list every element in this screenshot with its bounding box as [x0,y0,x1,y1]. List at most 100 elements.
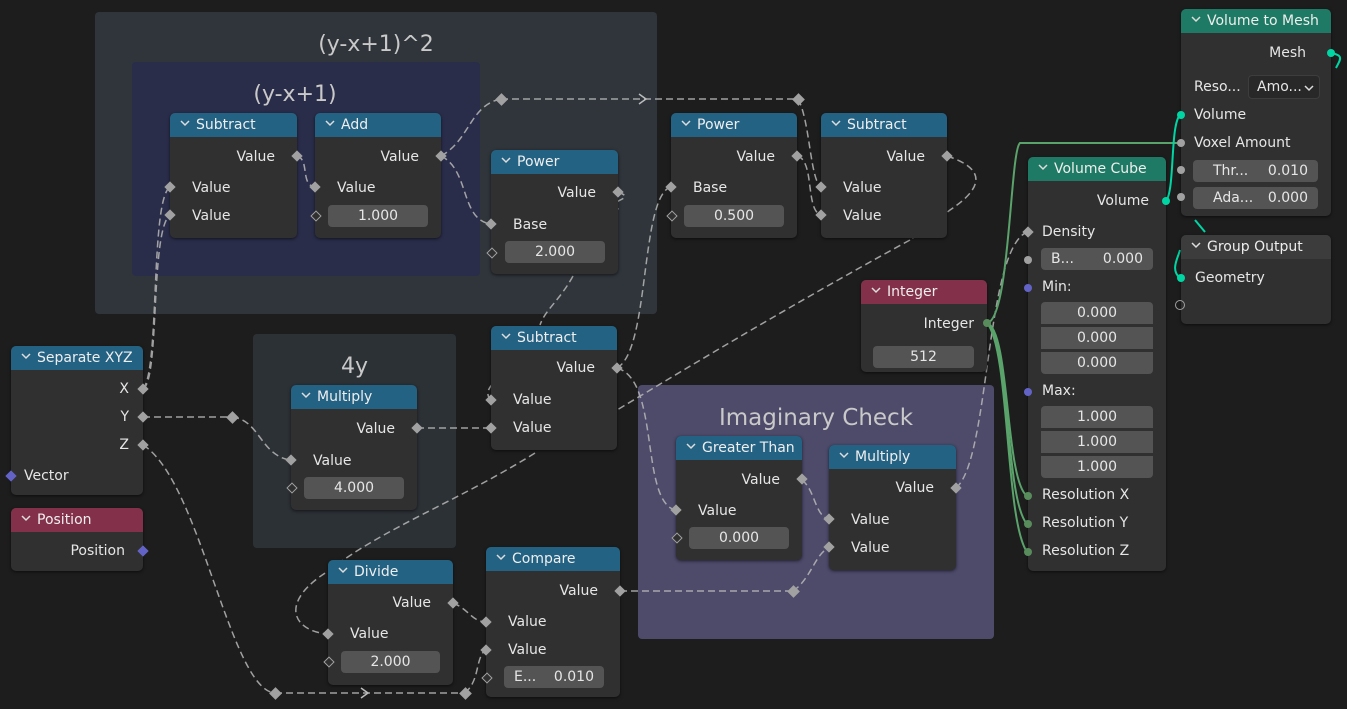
chevron-down-icon[interactable] [686,441,696,451]
output-label: Value [741,472,780,488]
value-field[interactable]: 0.500 [684,205,784,227]
adaptivity-field[interactable]: Ada... 0.000 [1193,187,1318,209]
node-header[interactable]: Power [671,113,797,137]
input-label-vector: Vector [24,468,69,484]
node-header[interactable]: Multiply [829,445,956,469]
input-label: Value [513,392,552,408]
integer-value-field[interactable]: 512 [873,346,974,368]
value-field[interactable]: 2.000 [505,241,605,263]
input-socket-min[interactable] [1024,284,1032,292]
node-volume-to-mesh[interactable]: Volume to Mesh Mesh Reso... Amo... Volum… [1181,9,1331,216]
value-field[interactable]: 2.000 [341,651,440,673]
input-socket-resolution-y[interactable] [1024,520,1032,528]
node-header[interactable]: Position [11,508,143,532]
input-label: Value [192,208,231,224]
value-field[interactable]: 0.000 [689,527,789,549]
chevron-down-icon[interactable] [496,552,506,562]
node-volume-cube[interactable]: Volume Cube Volume Density B... 0.000 Mi… [1028,157,1166,571]
input-socket-resolution-z[interactable] [1024,548,1032,556]
input-socket-threshold[interactable] [1177,166,1185,174]
output-socket-mesh[interactable] [1327,49,1335,57]
node-title: Divide [354,564,399,580]
arrow-right-icon [360,687,370,699]
node-header[interactable]: Multiply [291,385,417,409]
output-label: Integer [923,316,974,332]
reroute-node[interactable] [459,687,472,700]
node-header[interactable]: Subtract [491,326,617,350]
node-header[interactable]: Volume Cube [1028,157,1166,181]
input-socket-resolution-x[interactable] [1024,492,1032,500]
output-socket-volume[interactable] [1162,197,1170,205]
input-label: Value [313,453,352,469]
input-socket-background[interactable] [1024,256,1032,264]
min-x-field[interactable]: 0.000 [1041,302,1153,324]
chevron-down-icon[interactable] [501,331,511,341]
node-header[interactable]: Divide [328,560,453,584]
epsilon-field[interactable]: E... 0.010 [504,666,604,688]
resolution-mode-dropdown[interactable]: Amo... [1248,75,1320,99]
node-header[interactable]: Integer [861,280,987,304]
min-y-field[interactable]: 0.000 [1041,327,1153,349]
chevron-down-icon[interactable] [21,513,31,523]
node-power[interactable]: Power Value Base 0.500 [671,113,797,238]
node-greater-than[interactable]: Greater Than Value Value 0.000 [676,436,802,560]
background-field[interactable]: B... 0.000 [1041,248,1153,270]
chevron-down-icon[interactable] [21,351,31,361]
reroute-node[interactable] [269,687,282,700]
chevron-down-icon[interactable] [871,285,881,295]
input-socket-volume[interactable] [1177,111,1185,119]
node-power[interactable]: Power Value Base 2.000 [491,150,618,274]
node-header[interactable]: Subtract [821,113,947,137]
node-title: Subtract [847,117,907,133]
node-header[interactable]: Power [491,150,618,174]
chevron-down-icon[interactable] [325,118,335,128]
max-z-field[interactable]: 1.000 [1041,456,1153,478]
node-header[interactable]: Volume to Mesh [1181,9,1331,33]
empty-input-socket[interactable] [1175,300,1185,310]
node-integer[interactable]: Integer Integer 512 [861,280,987,372]
max-y-field[interactable]: 1.000 [1041,431,1153,453]
node-header[interactable]: Separate XYZ [11,346,143,370]
chevron-down-icon[interactable] [839,450,849,460]
node-header[interactable]: Group Output [1181,235,1331,259]
node-header[interactable]: Add [315,113,441,137]
node-add[interactable]: Add Value Value 1.000 [315,113,441,238]
output-socket-integer[interactable] [983,319,991,327]
node-position[interactable]: Position Position [11,508,143,571]
node-separate-xyz[interactable]: Separate XYZ X Y Z Vector [11,346,143,495]
threshold-field[interactable]: Thr... 0.010 [1193,160,1318,182]
node-header[interactable]: Compare [486,547,620,571]
input-socket-max[interactable] [1024,388,1032,396]
link-geometry [1165,114,1181,202]
chevron-down-icon[interactable] [180,118,190,128]
reroute-node[interactable] [792,93,805,106]
chevron-down-icon[interactable] [1191,14,1201,24]
chevron-down-icon[interactable] [1038,162,1048,172]
reroute-node[interactable] [226,411,239,424]
node-group-output[interactable]: Group Output Geometry [1181,235,1331,324]
chevron-down-icon[interactable] [501,155,511,165]
chevron-down-icon[interactable] [301,390,311,400]
node-subtract[interactable]: Subtract Value Value Value [491,326,617,450]
chevron-down-icon[interactable] [338,565,348,575]
chevron-down-icon[interactable] [1191,240,1201,250]
node-subtract[interactable]: Subtract Value Value Value [821,113,947,238]
input-socket-geometry[interactable] [1177,274,1185,282]
input-label-geometry: Geometry [1195,270,1265,286]
node-subtract[interactable]: Subtract Value Value Value [170,113,297,238]
value-field[interactable]: 1.000 [328,205,428,227]
input-socket-voxel-amount[interactable] [1177,139,1185,147]
chevron-down-icon[interactable] [681,118,691,128]
node-title: Integer [887,284,938,300]
node-divide[interactable]: Divide Value Value 2.000 [328,560,453,685]
max-x-field[interactable]: 1.000 [1041,406,1153,428]
value-field[interactable]: 4.000 [304,477,404,499]
node-multiply[interactable]: Multiply Value Value Value [829,445,956,570]
min-z-field[interactable]: 0.000 [1041,352,1153,374]
chevron-down-icon[interactable] [831,118,841,128]
node-compare[interactable]: Compare Value Value Value E... 0.010 [486,547,620,697]
node-header[interactable]: Subtract [170,113,297,137]
node-multiply[interactable]: Multiply Value Value 4.000 [291,385,417,510]
input-socket-adaptivity[interactable] [1177,193,1185,201]
node-header[interactable]: Greater Than [676,436,802,460]
